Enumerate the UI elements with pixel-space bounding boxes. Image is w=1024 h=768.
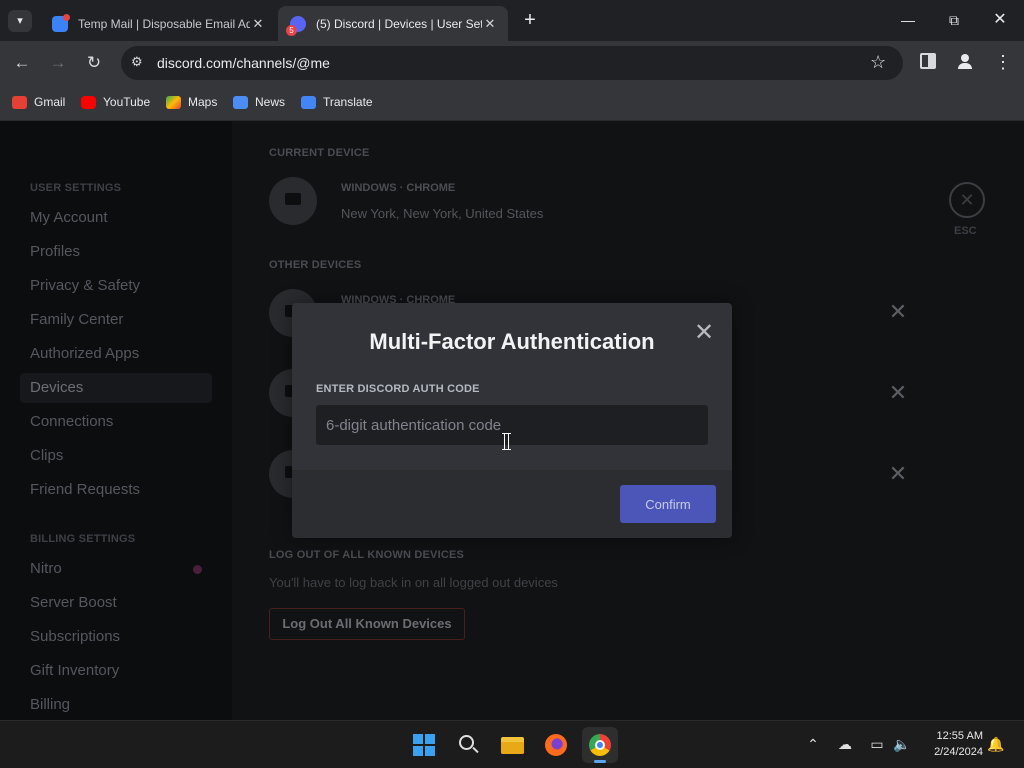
modal-footer: Confirm bbox=[292, 470, 732, 538]
profile-icon[interactable] bbox=[956, 53, 974, 71]
other-devices-header: OTHER DEVICES bbox=[269, 259, 362, 271]
onedrive-icon[interactable]: ☁ bbox=[836, 736, 854, 753]
sidebar-item-devices[interactable]: Devices bbox=[20, 373, 212, 403]
settings-sidebar: USER SETTINGS My Account Profiles Privac… bbox=[0, 121, 232, 720]
translate-icon bbox=[301, 95, 316, 109]
bookmark-maps[interactable]: Maps bbox=[166, 92, 217, 112]
browser-toolbar: ← → ↻ ⚙ discord.com/channels/@me ☆ ⋮ bbox=[0, 41, 1024, 85]
new-tab-button[interactable]: + bbox=[518, 8, 542, 32]
show-hidden-icons-icon[interactable]: ⌃ bbox=[804, 736, 822, 753]
logout-all-description: You'll have to log back in on all logged… bbox=[269, 575, 558, 590]
bookmark-gmail[interactable]: Gmail bbox=[12, 92, 65, 112]
current-device-location: New York, New York, United States bbox=[341, 206, 544, 221]
network-icon[interactable]: ▭ bbox=[868, 736, 886, 753]
chrome-menu-icon[interactable]: ⋮ bbox=[994, 51, 1012, 73]
browser-tab-bar: ▾ Temp Mail | Disposable Email Address ✕… bbox=[0, 0, 1024, 41]
gmail-icon bbox=[12, 95, 27, 109]
minimize-icon[interactable]: — bbox=[888, 6, 928, 34]
billing-settings-header: BILLING SETTINGS bbox=[30, 533, 136, 545]
windows-taskbar: ⌃ ☁ ▭ 🔈 12:55 AM 2/24/2024 🔔 bbox=[0, 720, 1024, 768]
user-settings-header: USER SETTINGS bbox=[30, 182, 122, 194]
auth-code-label: ENTER DISCORD AUTH CODE bbox=[316, 383, 480, 395]
tab-discord-devices[interactable]: 5 (5) Discord | Devices | User Settings … bbox=[278, 6, 508, 41]
bookmarks-bar: Gmail YouTube Maps News Translate bbox=[0, 85, 1024, 121]
chrome-taskbar-icon[interactable] bbox=[582, 727, 618, 763]
discord-favicon-icon: 5 bbox=[286, 15, 306, 36]
news-icon bbox=[233, 95, 248, 109]
tab-title: (5) Discord | Devices | User Settings bbox=[316, 16, 482, 31]
window-close-icon[interactable]: ✕ bbox=[980, 6, 1020, 34]
bookmark-news[interactable]: News bbox=[233, 92, 285, 112]
sidebar-item-connections[interactable]: Connections bbox=[20, 407, 212, 437]
sidebar-item-profiles[interactable]: Profiles bbox=[20, 237, 212, 267]
maps-icon bbox=[166, 95, 181, 109]
forward-icon[interactable]: → bbox=[46, 51, 70, 75]
auth-code-input[interactable] bbox=[316, 405, 708, 445]
sidebar-item-friend-requests[interactable]: Friend Requests bbox=[20, 475, 212, 505]
address-bar[interactable]: ⚙ discord.com/channels/@me ☆ bbox=[121, 46, 903, 80]
tab-close-icon[interactable]: ✕ bbox=[482, 16, 498, 32]
sidebar-item-gift-inventory[interactable]: Gift Inventory bbox=[20, 656, 212, 686]
bookmark-youtube[interactable]: YouTube bbox=[81, 92, 150, 112]
logout-all-button[interactable]: Log Out All Known Devices bbox=[269, 608, 465, 640]
remove-device-icon[interactable]: ✕ bbox=[888, 382, 908, 404]
esc-label: ESC bbox=[954, 225, 977, 237]
logout-all-header: LOG OUT OF ALL KNOWN DEVICES bbox=[269, 549, 465, 561]
youtube-icon bbox=[81, 95, 96, 109]
start-button[interactable] bbox=[406, 727, 442, 763]
tab-search-button[interactable]: ▾ bbox=[8, 10, 32, 32]
current-device-title: WINDOWS · CHROME bbox=[341, 182, 456, 194]
sidebar-item-my-account[interactable]: My Account bbox=[20, 203, 212, 233]
remove-device-icon[interactable]: ✕ bbox=[888, 301, 908, 323]
clock-time[interactable]: 12:55 AM bbox=[923, 730, 983, 742]
search-icon[interactable] bbox=[450, 727, 486, 763]
confirm-button[interactable]: Confirm bbox=[620, 485, 716, 523]
mfa-modal: Multi-Factor Authentication ✕ ENTER DISC… bbox=[292, 303, 732, 538]
side-panel-icon[interactable] bbox=[920, 53, 936, 69]
sidebar-item-server-boost[interactable]: Server Boost bbox=[20, 588, 212, 618]
clock-date[interactable]: 2/24/2024 bbox=[923, 746, 983, 758]
tab-temp-mail[interactable]: Temp Mail | Disposable Email Address ✕ bbox=[40, 6, 276, 41]
reload-icon[interactable]: ↻ bbox=[82, 51, 106, 75]
sidebar-item-nitro[interactable]: Nitro bbox=[20, 554, 212, 584]
sidebar-item-privacy-safety[interactable]: Privacy & Safety bbox=[20, 271, 212, 301]
sidebar-item-billing[interactable]: Billing bbox=[20, 690, 212, 720]
site-info-icon[interactable]: ⚙ bbox=[131, 54, 143, 70]
current-device-header: CURRENT DEVICE bbox=[269, 147, 370, 159]
sidebar-item-family-center[interactable]: Family Center bbox=[20, 305, 212, 335]
desktop-device-icon bbox=[269, 177, 317, 225]
temp-mail-favicon-icon bbox=[52, 13, 70, 32]
sidebar-item-clips[interactable]: Clips bbox=[20, 441, 212, 471]
remove-device-icon[interactable]: ✕ bbox=[888, 463, 908, 485]
close-settings-icon[interactable]: ✕ bbox=[949, 182, 985, 218]
modal-title: Multi-Factor Authentication bbox=[369, 329, 655, 354]
back-icon[interactable]: ← bbox=[10, 51, 34, 75]
firefox-icon[interactable] bbox=[538, 727, 574, 763]
text-cursor-icon bbox=[502, 433, 511, 450]
volume-muted-icon[interactable]: 🔈 bbox=[893, 736, 911, 753]
notifications-icon[interactable]: 🔔 bbox=[987, 736, 1005, 753]
modal-close-icon[interactable]: ✕ bbox=[692, 321, 716, 345]
tab-title: Temp Mail | Disposable Email Address bbox=[78, 16, 250, 31]
tab-close-icon[interactable]: ✕ bbox=[250, 16, 266, 32]
bookmark-translate[interactable]: Translate bbox=[301, 92, 373, 112]
sidebar-item-subscriptions[interactable]: Subscriptions bbox=[20, 622, 212, 652]
notification-badge: 5 bbox=[286, 24, 297, 36]
sidebar-item-authorized-apps[interactable]: Authorized Apps bbox=[20, 339, 212, 369]
bookmark-star-icon[interactable]: ☆ bbox=[870, 52, 886, 73]
nitro-badge-icon bbox=[193, 565, 202, 574]
url-text[interactable]: discord.com/channels/@me bbox=[157, 55, 330, 71]
file-explorer-icon[interactable] bbox=[494, 727, 530, 763]
restore-icon[interactable]: ⧉ bbox=[934, 6, 974, 34]
